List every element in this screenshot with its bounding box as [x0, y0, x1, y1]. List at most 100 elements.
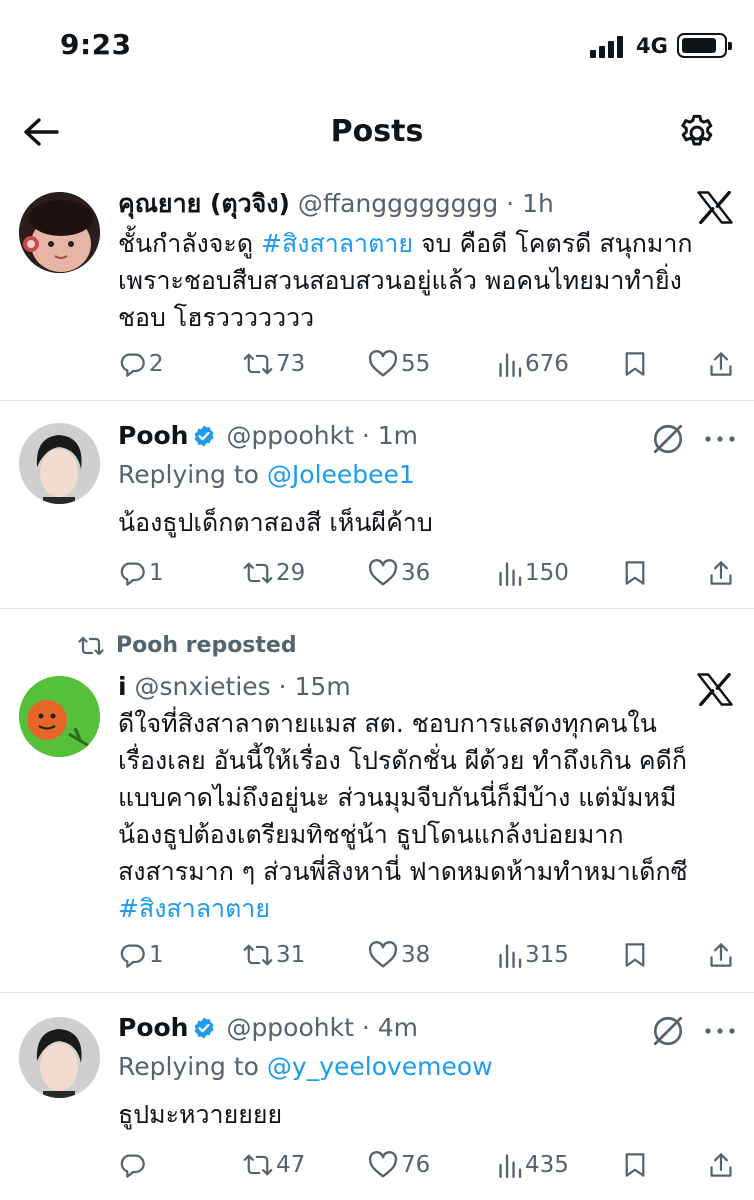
repost-context[interactable]: Pooh reposted	[78, 633, 297, 658]
repost-count: 47	[276, 1152, 306, 1178]
status-time: 9:23	[60, 28, 132, 61]
bookmark-button[interactable]	[624, 557, 646, 589]
like-count: 36	[401, 560, 431, 586]
repost-icon	[243, 1154, 273, 1176]
avatar[interactable]	[19, 1017, 100, 1098]
views-button[interactable]: 315	[498, 939, 569, 971]
reply-button[interactable]	[118, 1149, 149, 1181]
hashtag-link[interactable]: #สิงสาลาตาย	[261, 229, 413, 258]
more-icon	[705, 436, 735, 442]
repost-icon	[243, 562, 273, 584]
x-logo-button[interactable]	[693, 669, 737, 709]
settings-button[interactable]	[673, 109, 721, 157]
handle[interactable]: @ppoohkt	[226, 1013, 353, 1042]
repost-icon	[243, 944, 273, 966]
reply-button[interactable]: 1	[118, 939, 164, 971]
mention-link[interactable]: @Joleebee1	[267, 460, 415, 489]
page-title: Posts	[330, 114, 424, 149]
reply-icon	[120, 353, 145, 377]
share-button[interactable]	[709, 557, 733, 589]
bookmark-icon	[625, 1153, 645, 1177]
network-type: 4G	[636, 34, 668, 58]
share-icon	[710, 352, 732, 376]
bookmark-icon	[625, 943, 645, 967]
post-actions: 1 29 36 150	[118, 557, 738, 589]
x-logo-button[interactable]	[693, 187, 737, 227]
avatar[interactable]	[19, 676, 100, 757]
avatar[interactable]	[19, 423, 100, 504]
replying-to: Replying to @Joleebee1	[118, 460, 415, 489]
verified-badge-icon	[195, 1017, 214, 1039]
post[interactable]: Pooh reposted i @snxieties · 15m ดีใจที่…	[0, 609, 754, 993]
avatar-image	[19, 1017, 100, 1098]
mention-link[interactable]: @y_yeelovemeow	[267, 1052, 493, 1081]
avatar-image	[19, 192, 100, 273]
timestamp[interactable]: 4m	[378, 1013, 418, 1042]
display-name[interactable]: i	[118, 672, 127, 701]
handle[interactable]: @ppoohkt	[226, 421, 353, 450]
display-name[interactable]: คุณยาย (ตุวจิง)	[118, 189, 290, 218]
post-header: i @snxieties · 15m	[118, 672, 351, 701]
views-icon	[499, 1154, 522, 1178]
timestamp[interactable]: 1m	[378, 421, 418, 450]
more-button[interactable]	[700, 1017, 740, 1045]
repost-button[interactable]: 29	[243, 557, 305, 589]
views-button[interactable]: 676	[498, 348, 569, 380]
repost-button[interactable]: 73	[243, 348, 305, 380]
like-button[interactable]: 55	[368, 348, 430, 380]
like-button[interactable]: 36	[368, 557, 430, 589]
reply-icon	[120, 944, 145, 968]
gear-icon	[681, 114, 713, 146]
views-button[interactable]: 435	[498, 1149, 569, 1181]
repost-icon	[243, 353, 273, 375]
grok-button[interactable]	[648, 1011, 688, 1051]
post[interactable]: คุณยาย (ตุวจิง) @ffangggggggg · 1h ชั้นก…	[0, 175, 754, 401]
repost-button[interactable]: 31	[243, 939, 305, 971]
post[interactable]: Pooh @ppoohkt · 4m Replying to @y_yeelov…	[0, 993, 754, 1200]
avatar-image	[19, 676, 100, 757]
reply-icon	[120, 562, 145, 586]
like-icon	[368, 559, 398, 586]
share-button[interactable]	[709, 348, 733, 380]
views-count: 150	[525, 560, 569, 586]
like-count: 55	[401, 351, 431, 377]
post[interactable]: Pooh @ppoohkt · 1m Replying to @Joleebee…	[0, 401, 754, 609]
post-actions: 47 76 435	[118, 1149, 738, 1181]
display-name[interactable]: Pooh	[118, 421, 188, 450]
verified-badge-icon	[195, 425, 214, 447]
like-button[interactable]: 76	[368, 1149, 430, 1181]
timestamp[interactable]: 1h	[522, 189, 554, 218]
bookmark-button[interactable]	[624, 348, 646, 380]
more-button[interactable]	[700, 425, 740, 453]
hashtag-link[interactable]: #สิงสาลาตาย	[118, 894, 270, 923]
views-count: 676	[525, 351, 569, 377]
replying-to: Replying to @y_yeelovemeow	[118, 1052, 493, 1081]
avatar-image	[19, 423, 100, 504]
reply-button[interactable]: 2	[118, 348, 164, 380]
bookmark-button[interactable]	[624, 939, 646, 971]
post-header: Pooh @ppoohkt · 1m	[118, 421, 419, 450]
share-button[interactable]	[709, 1149, 733, 1181]
views-count: 315	[525, 942, 569, 968]
like-count: 76	[401, 1152, 431, 1178]
nav-header: Posts	[0, 95, 754, 175]
handle[interactable]: @ffangggggggg	[298, 189, 498, 218]
handle[interactable]: @snxieties	[135, 672, 271, 701]
reply-button[interactable]: 1	[118, 557, 164, 589]
like-button[interactable]: 38	[368, 939, 430, 971]
timestamp[interactable]: 15m	[295, 672, 351, 701]
display-name[interactable]: Pooh	[118, 1013, 188, 1042]
post-text: ดีใจที่สิงสาลาตายแมส สต. ชอบการแสดงทุกคน…	[118, 709, 688, 923]
post-actions: 1 31 38 315	[118, 939, 738, 971]
avatar[interactable]	[19, 192, 100, 273]
reply-count: 1	[149, 560, 164, 586]
grok-button[interactable]	[648, 419, 688, 459]
repost-count: 31	[276, 942, 306, 968]
bookmark-button[interactable]	[624, 1149, 646, 1181]
views-icon	[499, 562, 522, 586]
views-button[interactable]: 150	[498, 557, 569, 589]
repost-button[interactable]: 47	[243, 1149, 305, 1181]
bookmark-icon	[625, 352, 645, 376]
share-button[interactable]	[709, 939, 733, 971]
share-icon	[710, 561, 732, 585]
